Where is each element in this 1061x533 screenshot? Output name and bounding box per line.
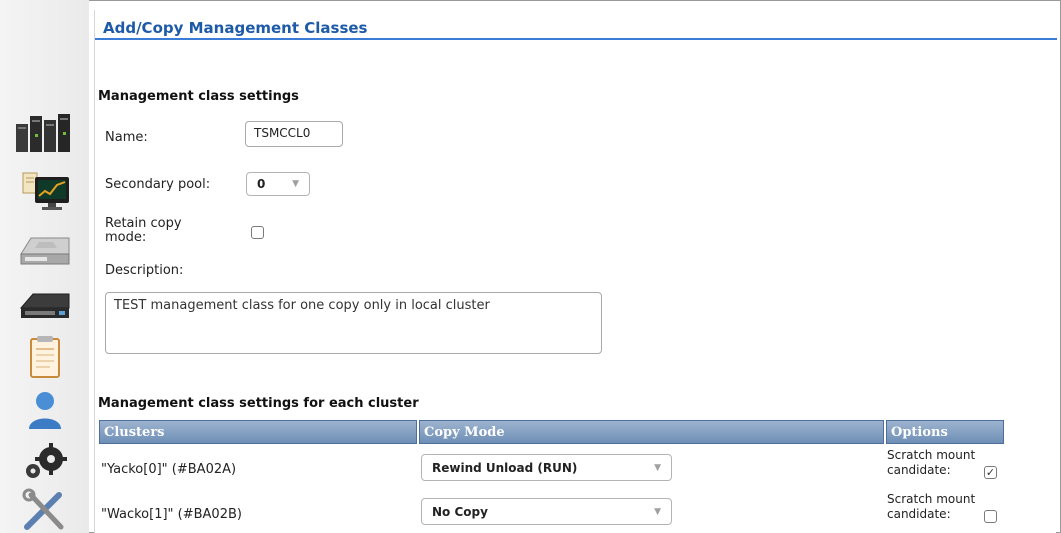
copy-mode-select[interactable]: Rewind Unload (RUN) ▼ bbox=[421, 454, 672, 481]
settings-heading: Management class settings bbox=[98, 89, 299, 104]
clipboard-icon[interactable] bbox=[2, 333, 86, 383]
secondary-pool-select[interactable]: 0 ▼ bbox=[246, 172, 310, 196]
cluster-settings-heading: Management class settings for each clust… bbox=[98, 396, 419, 411]
monitor-chart-icon[interactable] bbox=[2, 165, 86, 215]
column-header-options: Options bbox=[886, 420, 1004, 444]
retain-copy-label: Retain copy mode: bbox=[105, 217, 182, 245]
scratch-mount-label: Scratch mount candidate: bbox=[887, 448, 975, 478]
scratch-mount-label-line1: Scratch mount bbox=[887, 448, 976, 462]
scratch-mount-label: Scratch mount candidate: bbox=[887, 492, 975, 522]
scratch-mount-label-line2: candidate: bbox=[887, 507, 951, 521]
chevron-down-icon: ▼ bbox=[292, 179, 299, 189]
cluster-name: "Wacko[1]" (#BA02B) bbox=[101, 507, 242, 522]
copy-mode-select[interactable]: No Copy ▼ bbox=[421, 498, 672, 525]
tape-drive-icon[interactable] bbox=[2, 280, 86, 330]
copy-mode-value: Rewind Unload (RUN) bbox=[432, 460, 578, 475]
scratch-mount-checkbox[interactable]: ✓ bbox=[984, 466, 997, 479]
page-title: Add/Copy Management Classes bbox=[103, 19, 368, 37]
secondary-pool-value: 0 bbox=[257, 177, 266, 191]
column-header-clusters: Clusters bbox=[99, 420, 417, 444]
user-icon[interactable] bbox=[2, 385, 86, 435]
gears-icon[interactable] bbox=[2, 435, 86, 485]
retain-copy-label-line2: mode: bbox=[105, 230, 147, 245]
column-header-copy-mode: Copy Mode bbox=[419, 420, 884, 444]
main-panel: Add/Copy Management Classes Management c… bbox=[94, 10, 1057, 533]
chevron-down-icon: ▼ bbox=[654, 506, 661, 517]
retain-copy-checkbox[interactable] bbox=[251, 226, 264, 239]
storage-drive-icon[interactable] bbox=[2, 222, 86, 272]
scratch-mount-checkbox[interactable] bbox=[984, 510, 997, 523]
scratch-mount-label-line2: candidate: bbox=[887, 463, 951, 477]
tools-icon[interactable] bbox=[2, 485, 86, 533]
chevron-down-icon: ▼ bbox=[654, 462, 661, 473]
cluster-name: "Yacko[0]" (#BA02A) bbox=[101, 462, 237, 477]
server-rack-icon[interactable] bbox=[2, 108, 86, 158]
description-field[interactable]: TEST management class for one copy only … bbox=[105, 292, 602, 354]
name-label: Name: bbox=[105, 130, 148, 145]
nav-rail bbox=[0, 0, 89, 533]
secondary-pool-label: Secondary pool: bbox=[105, 177, 211, 192]
scratch-mount-label-line1: Scratch mount bbox=[887, 492, 976, 506]
copy-mode-value: No Copy bbox=[432, 504, 488, 519]
name-field[interactable]: TSMCCL0 bbox=[245, 121, 343, 147]
retain-copy-label-line1: Retain copy bbox=[105, 216, 182, 231]
title-bar: Add/Copy Management Classes bbox=[95, 10, 1057, 40]
description-label: Description: bbox=[105, 263, 184, 278]
